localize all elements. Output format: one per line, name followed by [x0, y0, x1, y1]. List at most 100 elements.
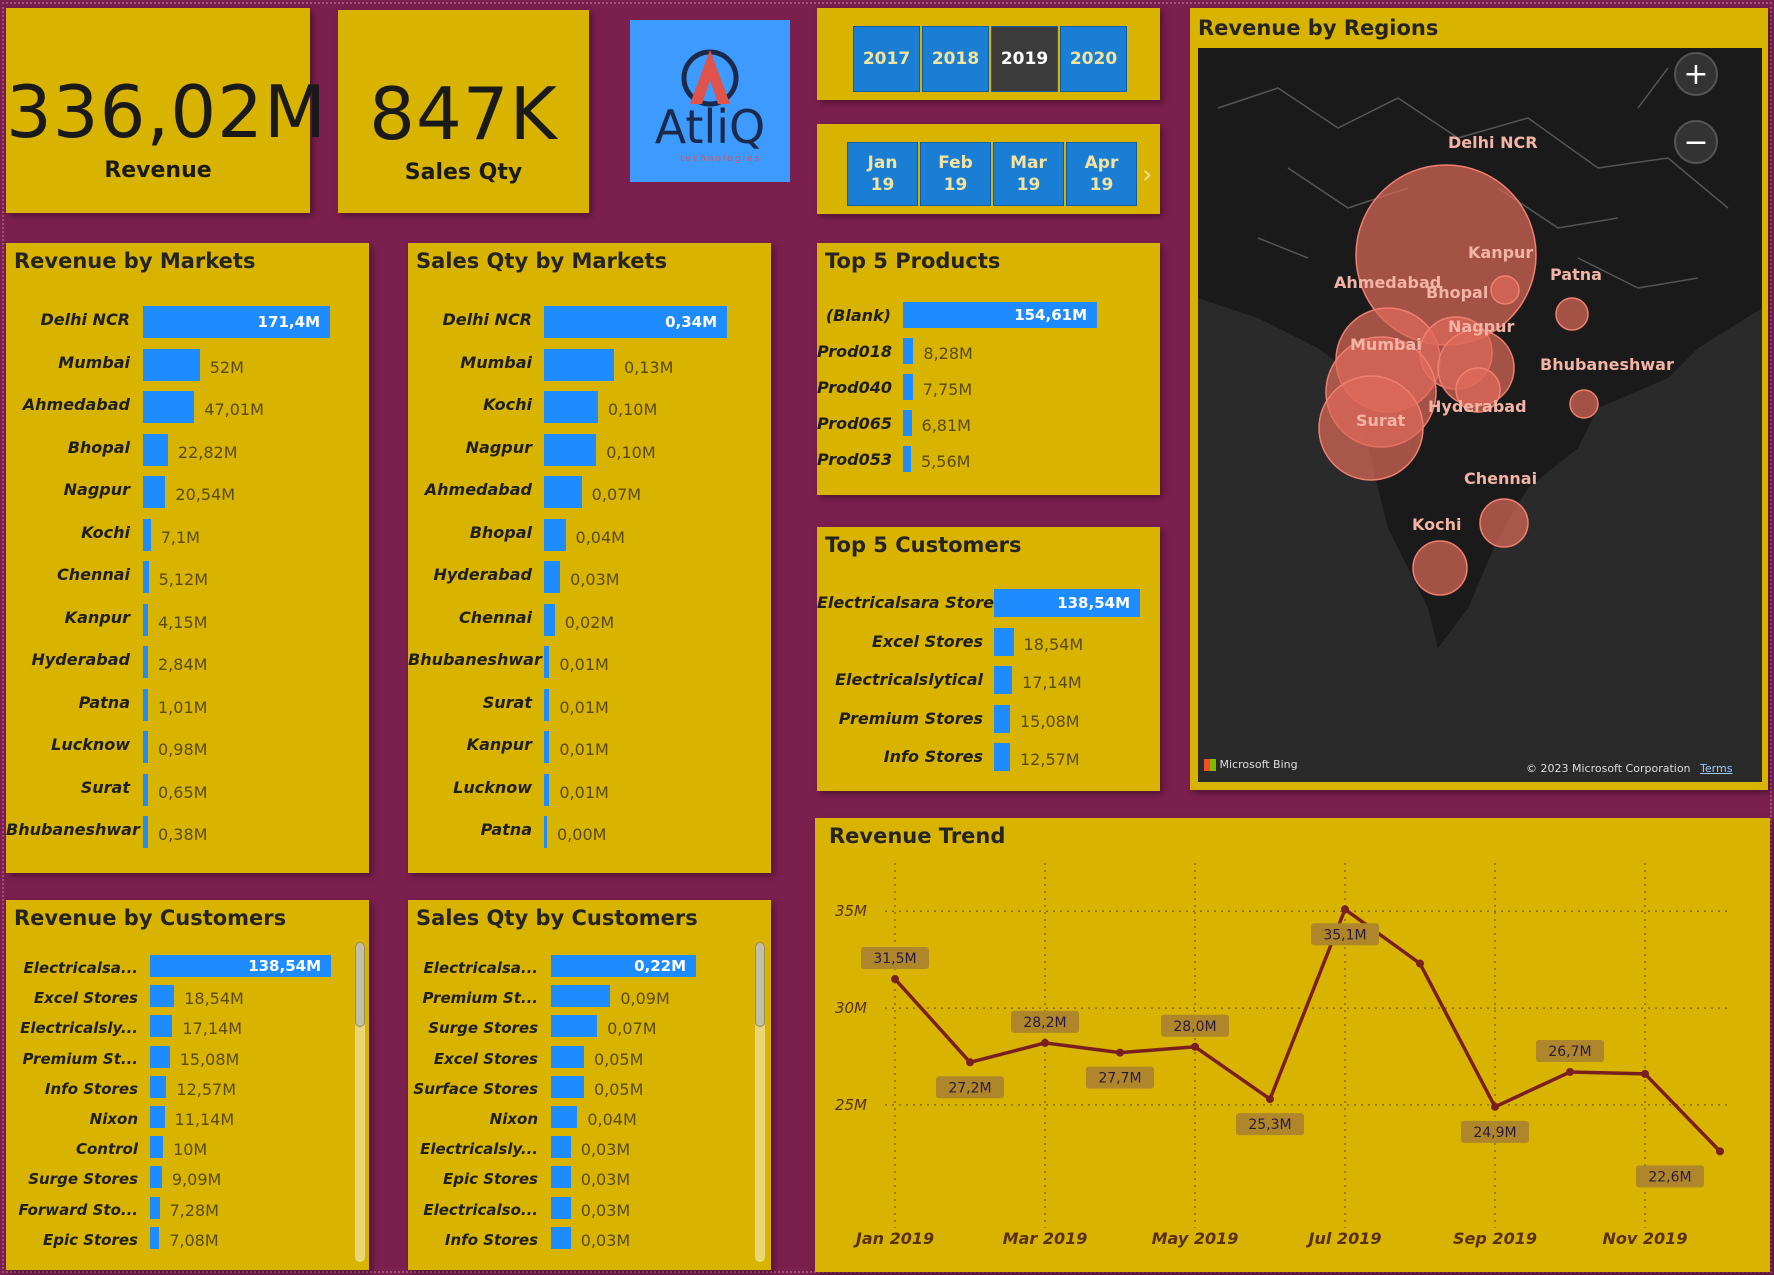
bar-row: Forward Sto... 7,28M: [6, 1196, 369, 1227]
map-city-label: Delhi NCR: [1448, 133, 1538, 152]
sales-qty-by-markets-card: Sales Qty by Markets Delhi NCR 0,34M Mumba…: [408, 243, 771, 873]
bar-label: Surat: [482, 692, 532, 712]
trend-point: [1716, 1147, 1724, 1156]
bar-value: 52M: [209, 357, 244, 377]
trend-point: [966, 1058, 974, 1067]
bing-attribution: Microsoft Bing: [1204, 758, 1298, 771]
month-option-jan[interactable]: Jan 19: [847, 142, 918, 206]
map-bubble-kochi[interactable]: [1412, 540, 1468, 596]
year-option-2018[interactable]: 2018: [922, 26, 989, 92]
revenue-by-customers-scroll-thumb[interactable]: [355, 942, 365, 1027]
bar-value: 7,08M: [169, 1230, 219, 1250]
bar-value: 18,54M: [1023, 634, 1084, 654]
bar-value: 18,54M: [184, 989, 244, 1009]
india-map[interactable]: Delhi NCR Kanpur Patna Ahmedabad Bhopal Nagpu…: [1198, 48, 1762, 782]
sales-qty-by-customers-scroll-thumb[interactable]: [755, 942, 765, 1027]
bar: [150, 1136, 164, 1159]
bar-label: Control: [75, 1140, 138, 1159]
bar-row: Ahmedabad 47,01M: [6, 391, 369, 423]
bar-label: Electricalsa...: [423, 959, 538, 977]
bar-value: 7,28M: [169, 1200, 219, 1220]
bar-value: 0,04M: [587, 1110, 637, 1129]
plus-icon[interactable]: +: [1674, 52, 1718, 96]
bar-label: Electricalsly...: [20, 1019, 138, 1038]
bar: [544, 561, 561, 593]
bar-row: Excel Stores 18,54M: [817, 627, 1160, 658]
map-bubble-chennai[interactable]: [1479, 498, 1529, 548]
bar-label: Ahmedabad: [424, 480, 532, 499]
bar-row: Lucknow 0,98M: [6, 731, 369, 763]
trend-point: [1341, 905, 1349, 914]
map-bubble-patna[interactable]: [1555, 297, 1589, 331]
bar: [903, 446, 911, 472]
month-name: Jan: [867, 153, 898, 173]
month-option-feb[interactable]: Feb 19: [920, 142, 991, 206]
trend-point: [1266, 1095, 1274, 1104]
bar-value: 0,02M: [564, 612, 615, 632]
bar-label: Excel Stores: [871, 631, 983, 651]
map-city-label: Bhopal: [1426, 283, 1488, 302]
bar-value: 0,38M: [158, 825, 208, 844]
bar-value: 171,4M: [257, 313, 320, 331]
bar: [551, 1106, 578, 1128]
bar-label: Nixon: [89, 1110, 138, 1128]
bar: [544, 646, 550, 678]
bar-label: Premium Stores: [838, 708, 983, 728]
bar-value: 47,01M: [204, 400, 264, 419]
bar-row: Surge Stores 9,09M: [6, 1166, 369, 1196]
bar-label: Hyderabad: [433, 565, 532, 584]
minus-icon[interactable]: −: [1674, 120, 1718, 164]
terms-link[interactable]: Terms: [1700, 762, 1732, 775]
trend-point: [1041, 1038, 1049, 1047]
sales-qty-kpi-label: Sales Qty: [404, 160, 523, 185]
year-option-2020[interactable]: 2020: [1060, 26, 1127, 92]
bar-row: Surface Stores 0,05M: [408, 1075, 771, 1106]
bar: [143, 688, 148, 721]
month-name: Apr: [1084, 153, 1119, 173]
bar-row: Lucknow 0,01M: [408, 773, 771, 806]
trend-point: [1641, 1069, 1649, 1078]
bar-label: Info Stores: [44, 1079, 138, 1098]
bar-row: Bhubaneshwar 0,01M: [408, 646, 771, 678]
map-city-label: Kochi: [1412, 515, 1461, 534]
chevron-right-icon[interactable]: ›: [1142, 160, 1152, 190]
bar-row: Delhi NCR 171,4M: [6, 306, 369, 338]
bar-row: Surge Stores 0,07M: [408, 1015, 771, 1045]
year-option-2017[interactable]: 2017: [853, 26, 920, 92]
top5-customers-title: Top 5 Customers: [825, 533, 1022, 557]
bar-value: 0,01M: [559, 740, 609, 759]
bar: [150, 1226, 160, 1249]
month-option-mar[interactable]: Mar 19: [993, 142, 1064, 206]
logo-text: AtliQ: [654, 100, 766, 154]
bar: [143, 561, 149, 593]
copyright: © 2023 Microsoft Corporation Terms: [1526, 762, 1732, 775]
bar-label: Excel Stores: [33, 989, 138, 1008]
bar: [551, 1075, 584, 1098]
bar-row: Prod018 8,28M: [817, 338, 1160, 368]
trend-data-label: 28,0M: [1173, 1019, 1216, 1035]
bar-label: Mumbai: [58, 352, 130, 372]
bar-row: Mumbai 52M: [6, 348, 369, 381]
x-tick-label: Nov 2019: [1603, 1229, 1688, 1248]
bar-label: Kochi: [483, 395, 532, 414]
bar-value: 138,54M: [1057, 594, 1130, 612]
year-option-2019[interactable]: 2019: [991, 26, 1058, 92]
map-bubble-kanpur[interactable]: [1490, 275, 1520, 305]
bar-label: Prod065: [817, 414, 892, 433]
bar: [551, 1196, 571, 1219]
bar: [143, 731, 148, 763]
bar-value: 9,09M: [171, 1170, 222, 1190]
bar-value: 0,07M: [607, 1019, 657, 1039]
trend-point: [1491, 1102, 1499, 1111]
bar-row: Nixon 11,14M: [6, 1106, 369, 1136]
x-tick-label: Sep 2019: [1453, 1229, 1537, 1248]
map-bubble-bhubaneshwar[interactable]: [1569, 389, 1599, 419]
trend-point: [1416, 959, 1424, 968]
bar-label: Electricalslytical: [835, 670, 983, 689]
bing-label: Microsoft Bing: [1219, 758, 1298, 771]
bar-row: Delhi NCR 0,34M: [408, 306, 771, 338]
month-option-apr[interactable]: Apr 19: [1066, 142, 1137, 206]
bar-value: 0,10M: [607, 400, 658, 419]
bar: [143, 646, 148, 678]
bar-value: 7,75M: [922, 380, 973, 399]
